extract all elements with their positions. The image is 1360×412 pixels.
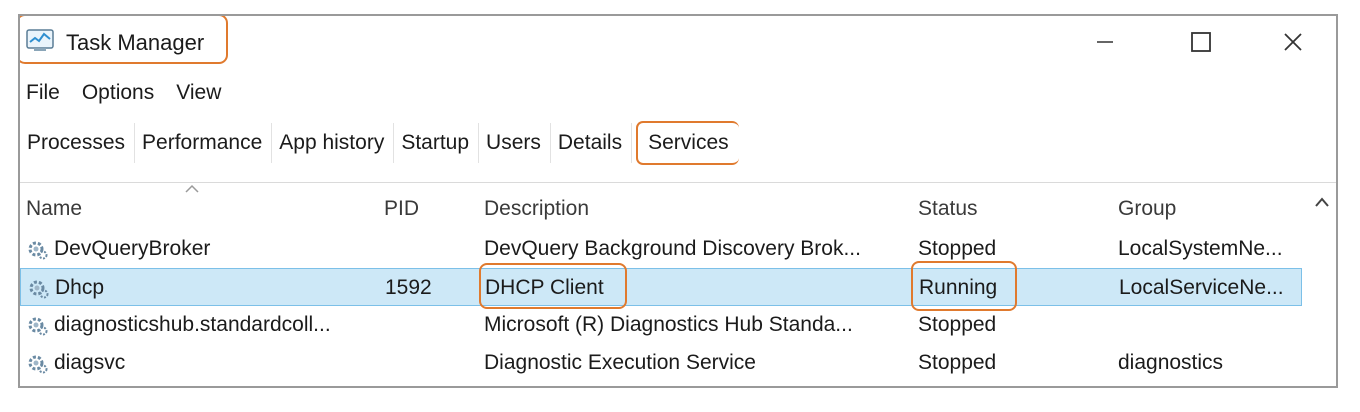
service-gear-icon bbox=[28, 317, 48, 336]
close-button[interactable] bbox=[1270, 24, 1316, 60]
tab-services[interactable]: Services bbox=[636, 121, 739, 165]
task-manager-window: Task Manager File Options View Processes… bbox=[18, 14, 1338, 388]
title-bar[interactable]: Task Manager bbox=[20, 16, 1336, 70]
close-icon bbox=[1284, 33, 1302, 51]
column-header-status[interactable]: Status bbox=[918, 194, 1098, 224]
services-list: DevQueryBroker DevQuery Background Disco… bbox=[20, 230, 1336, 382]
tab-startup[interactable]: Startup bbox=[394, 123, 480, 163]
table-row[interactable]: DevQueryBroker DevQuery Background Disco… bbox=[20, 230, 1336, 268]
header-divider bbox=[20, 182, 1336, 183]
column-header-name[interactable]: Name bbox=[26, 194, 372, 224]
tab-bar: Processes Performance App history Startu… bbox=[20, 120, 739, 166]
service-gear-icon bbox=[28, 241, 48, 260]
menu-options[interactable]: Options bbox=[82, 78, 154, 108]
service-status: Stopped bbox=[918, 237, 997, 260]
window-title: Task Manager bbox=[66, 30, 205, 55]
service-name: diagnosticshub.standardcoll... bbox=[54, 313, 331, 336]
tab-app-history[interactable]: App history bbox=[272, 123, 395, 163]
tab-users[interactable]: Users bbox=[479, 123, 551, 163]
tab-performance[interactable]: Performance bbox=[135, 123, 273, 163]
service-name: Dhcp bbox=[55, 276, 105, 299]
task-manager-icon bbox=[26, 29, 54, 51]
tab-details[interactable]: Details bbox=[551, 123, 633, 163]
maximize-button[interactable] bbox=[1178, 24, 1224, 60]
table-row[interactable]: diagsvc Diagnostic Execution Service Sto… bbox=[20, 344, 1336, 382]
maximize-icon bbox=[1191, 32, 1211, 52]
service-gear-icon bbox=[28, 355, 48, 374]
tab-processes[interactable]: Processes bbox=[20, 123, 136, 163]
service-name: DevQueryBroker bbox=[54, 237, 211, 260]
service-group: LocalServiceNe... bbox=[1119, 276, 1284, 299]
table-row-selected[interactable]: Dhcp 1592 DHCP Client Running LocalServi… bbox=[20, 261, 1302, 311]
minimize-button[interactable] bbox=[1082, 24, 1128, 60]
service-pid: 1592 bbox=[385, 276, 432, 299]
menu-view[interactable]: View bbox=[176, 78, 221, 108]
minimize-icon bbox=[1097, 41, 1113, 43]
column-header-description[interactable]: Description bbox=[484, 194, 904, 224]
service-description: Microsoft (R) Diagnostics Hub Standa... bbox=[484, 313, 853, 336]
column-header-row: Name PID Description Status Group bbox=[20, 192, 1336, 228]
service-group: LocalSystemNe... bbox=[1118, 237, 1283, 260]
service-description: DevQuery Background Discovery Brok... bbox=[484, 237, 861, 260]
service-status: Running bbox=[919, 276, 998, 299]
menu-bar: File Options View bbox=[26, 78, 221, 108]
column-header-group[interactable]: Group bbox=[1118, 194, 1298, 224]
scroll-up-icon[interactable] bbox=[1314, 196, 1330, 208]
column-header-pid[interactable]: PID bbox=[384, 194, 464, 224]
service-name: diagsvc bbox=[54, 351, 126, 374]
menu-file[interactable]: File bbox=[26, 78, 60, 108]
service-description: Diagnostic Execution Service bbox=[484, 351, 756, 374]
service-gear-icon bbox=[29, 280, 49, 299]
service-group: diagnostics bbox=[1118, 351, 1224, 374]
service-status: Stopped bbox=[918, 351, 997, 374]
service-description: DHCP Client bbox=[485, 276, 604, 299]
service-status: Stopped bbox=[918, 313, 997, 336]
table-row[interactable]: diagnosticshub.standardcoll... Microsoft… bbox=[20, 306, 1336, 344]
